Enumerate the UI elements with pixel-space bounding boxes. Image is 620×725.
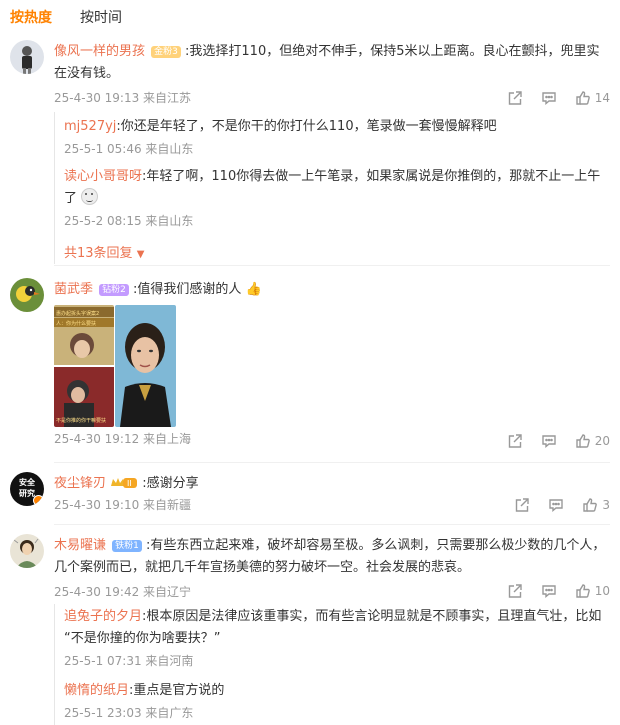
comment-image[interactable] (115, 305, 176, 427)
emoji-icon (81, 188, 99, 205)
reply-list: 追兔子的夕月:根本原因是法律应该重事实，而有些言论明显就是不顾事实，且理直气壮，… (54, 604, 610, 725)
reply-meta: 25-5-2 08:15 来自山东 (64, 214, 194, 228)
divider (54, 265, 610, 266)
reply-item: 追兔子的夕月:根本原因是法律应该重事实，而有些言论明显就是不顾事实，且理直气壮，… (64, 606, 610, 670)
thumbs-up-icon (576, 434, 590, 448)
like-button[interactable]: 14 (575, 90, 610, 106)
comment-icon (542, 585, 556, 598)
tab-time[interactable]: 按时间 (80, 8, 122, 30)
share-icon (508, 91, 522, 105)
reply-list: mj527yj:你还是年轻了，不是你干的你打什么110，笔录做一套慢慢解释吧 2… (54, 112, 610, 264)
like-button[interactable]: 10 (575, 583, 610, 599)
username[interactable]: 木易曜谦 (54, 538, 106, 553)
username[interactable]: 菌武季 (54, 282, 93, 297)
chevron-down-icon: ▼ (136, 249, 145, 260)
reply-text-cont: “不是你撞的你为啥要扶？” (64, 631, 221, 646)
image-caption: 不是你推的你干嘛要扶 (56, 417, 106, 424)
verified-icon (33, 495, 44, 506)
like-button[interactable]: 20 (575, 433, 610, 449)
fan-badge: 金粉3 (151, 46, 181, 58)
comment-actions: 10 (489, 583, 610, 599)
fan-badge: 铁粉1 (112, 540, 142, 552)
more-replies-link[interactable]: 共13条回复 (64, 246, 133, 261)
reply-item: 懒惰的纸月:重点是官方说的 25-5-1 23:03 来自广东 (64, 680, 610, 722)
share-button[interactable] (507, 583, 523, 599)
reply-button[interactable] (541, 90, 557, 106)
reply-meta: 25-5-1 05:46 来自山东 (64, 142, 194, 156)
share-icon (516, 498, 530, 512)
fan-badge: 钻粉2 (99, 284, 129, 296)
avatar[interactable]: 安全研究 (10, 472, 44, 506)
username[interactable]: 像风一样的男孩 (54, 44, 145, 59)
reply-username[interactable]: 读心小哥哥呀 (64, 169, 142, 184)
username[interactable]: 夜尘锋刃 (54, 476, 106, 491)
comment-text: :值得我们感谢的人 (133, 282, 242, 297)
share-icon (508, 584, 522, 598)
divider (54, 524, 610, 525)
comment-actions: 3 (496, 497, 610, 513)
comment-text-cont: 在没有钱。 (54, 66, 120, 81)
avatar[interactable] (10, 40, 44, 74)
like-count: 10 (594, 584, 610, 598)
reply-item: 读心小哥哥呀:年轻了啊，110你得去做一上午笔录，如果家属说是你推倒的，那就不止… (64, 166, 610, 230)
thumbs-up-icon (583, 498, 598, 512)
comment-text-cont: 几个案例而已，就把几千年宣扬美德的努力破坏一空。社会发展的悲哀。 (54, 560, 471, 575)
reply-username[interactable]: 追兔子的夕月 (64, 609, 142, 624)
comment-actions: 20 (489, 433, 610, 449)
comment-icon (542, 435, 556, 448)
tab-hot[interactable]: 按热度 (10, 8, 52, 30)
like-count: 14 (594, 91, 610, 105)
avatar[interactable] (10, 534, 44, 568)
thumbs-up-icon (576, 584, 590, 598)
reply-button[interactable] (541, 583, 557, 599)
comment-text: :我选择打110，但绝对不伸手，保持5米以上距离。良心在颤抖，兜里实 (185, 44, 600, 59)
comment-icon (549, 499, 564, 512)
sort-tabs: 按热度 按时间 (10, 8, 122, 30)
svg-text:II: II (127, 479, 132, 488)
comment-image[interactable]: 惠办起拆头字误案2 人：你为什么要扶 不是你推的你干嘛要扶 (54, 305, 114, 427)
like-count: 3 (602, 498, 610, 512)
image-caption: 人：你为什么要扶 (56, 320, 96, 327)
divider (54, 462, 610, 463)
comment-actions: 14 (489, 90, 610, 106)
reply-text-cont: 了 (64, 191, 78, 206)
crown-badge-icon: II (110, 475, 138, 488)
share-button[interactable] (507, 433, 523, 449)
reply-username[interactable]: mj527yj (64, 119, 116, 134)
image-caption: 惠办起拆头字误案2 (56, 310, 99, 317)
reply-text: :你还是年轻了，不是你干的你打什么110，笔录做一套慢慢解释吧 (116, 119, 497, 134)
share-icon (508, 434, 522, 448)
reply-meta: 25-5-1 23:03 来自广东 (64, 706, 194, 720)
comment-text: :有些东西立起来难，破坏却容易至极。多么讽刺，只需要那么极少数的几个人， (146, 538, 606, 553)
comment-text: :感谢分享 (142, 476, 199, 491)
reply-username[interactable]: 懒惰的纸月 (64, 683, 129, 698)
reply-meta: 25-5-1 07:31 来自河南 (64, 654, 194, 668)
thumbs-up-emoji-icon: 👍 (245, 282, 262, 297)
reply-text: :年轻了啊，110你得去做一上午笔录，如果家属说是你推倒的，那就不止一上午 (142, 169, 601, 184)
reply-item: mj527yj:你还是年轻了，不是你干的你打什么110，笔录做一套慢慢解释吧 2… (64, 116, 610, 158)
reply-button[interactable] (541, 433, 557, 449)
reply-button[interactable] (548, 497, 564, 513)
share-button[interactable] (514, 497, 530, 513)
like-button[interactable]: 3 (582, 497, 610, 513)
reply-text: :根本原因是法律应该重事实，而有些言论明显就是不顾事实，且理直气壮，比如 (142, 609, 602, 624)
thumbs-up-icon (576, 91, 590, 105)
share-button[interactable] (507, 90, 523, 106)
more-replies[interactable]: 共13条回复 ▼ (64, 242, 610, 261)
like-count: 20 (594, 434, 610, 448)
reply-text: :重点是官方说的 (129, 683, 225, 698)
comment-icon (542, 92, 556, 105)
avatar[interactable] (10, 278, 44, 312)
